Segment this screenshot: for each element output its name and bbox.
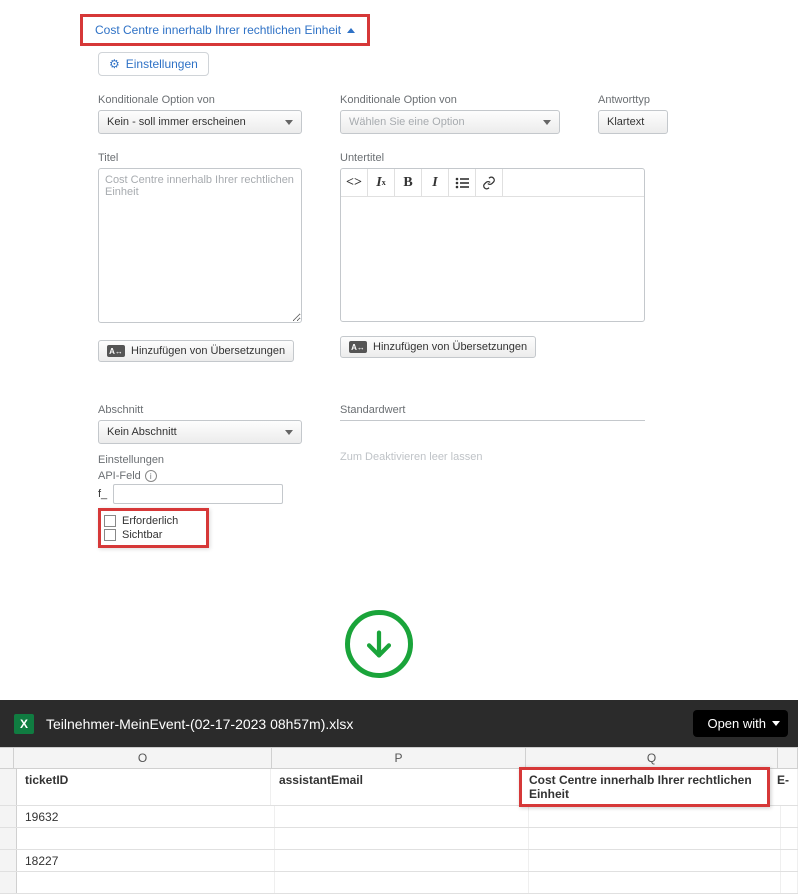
rte-toolbar: <> Ix B I [341, 169, 644, 196]
list-icon[interactable] [449, 169, 476, 196]
italic-icon[interactable]: I [422, 169, 449, 196]
header-cell[interactable]: E- [769, 769, 798, 805]
spreadsheet-titlebar: X Teilnehmer-MeinEvent-(02-17-2023 08h57… [0, 700, 798, 747]
open-with-button[interactable]: Open with [693, 710, 788, 737]
title-textarea[interactable]: Cost Centre innerhalb Ihrer rechtlichen … [98, 168, 302, 323]
subtitle-editor[interactable]: <> Ix B I [340, 168, 645, 322]
code-icon[interactable]: <> [341, 169, 368, 196]
table-row[interactable] [0, 828, 798, 850]
corner-cell[interactable] [0, 748, 14, 768]
translate-icon: A↔ [107, 345, 125, 357]
answer-type-value: Klartext [607, 116, 644, 128]
cell[interactable]: 19632 [17, 806, 275, 827]
api-field-input[interactable] [113, 484, 283, 504]
caret-down-icon [543, 120, 551, 125]
conditional-left-select[interactable]: Kein - soll immer erscheinen [98, 110, 302, 134]
required-checkbox[interactable] [104, 515, 116, 527]
table-row[interactable] [0, 872, 798, 894]
row-gutter[interactable] [0, 806, 17, 827]
table-row[interactable]: 19632 [0, 806, 798, 828]
add-translation-title-button[interactable]: A↔ Hinzufügen von Übersetzungen [98, 340, 294, 362]
col-letter[interactable]: P [272, 748, 526, 768]
answer-type-select[interactable]: Klartext [598, 110, 668, 134]
settings-button-label: Einstellungen [126, 57, 198, 71]
required-label: Erforderlich [122, 515, 178, 527]
excel-icon: X [14, 714, 34, 734]
link-icon[interactable] [476, 169, 503, 196]
down-arrow-graphic [0, 610, 798, 678]
answer-type-label: Antworttyp [598, 94, 668, 106]
add-translation-subtitle-button[interactable]: A↔ Hinzufügen von Übersetzungen [340, 336, 536, 358]
header-cell-text: Cost Centre innerhalb Ihrer rechtlichen … [529, 773, 752, 801]
conditional-mid-select[interactable]: Wählen Sie eine Option [340, 110, 560, 134]
required-visible-highlight: Erforderlich Sichtbar [98, 508, 209, 548]
conditional-mid-value: Wählen Sie eine Option [349, 116, 465, 128]
settings-group-label: Einstellungen [98, 454, 302, 466]
default-label: Standardwert [340, 404, 645, 416]
cell[interactable] [529, 806, 781, 827]
cell[interactable] [17, 872, 275, 893]
conditional-mid-label: Konditionale Option von [340, 94, 560, 106]
col-letter[interactable]: Q [526, 748, 778, 768]
section-label: Abschnitt [98, 404, 302, 416]
section-value: Kein Abschnitt [107, 426, 177, 438]
cell[interactable] [781, 828, 798, 849]
row-gutter[interactable] [0, 828, 17, 849]
visible-checkbox[interactable] [104, 529, 116, 541]
add-translation-label: Hinzufügen von Übersetzungen [373, 341, 527, 353]
col-letter[interactable] [778, 748, 798, 768]
section-collapse-toggle[interactable]: Cost Centre innerhalb Ihrer rechtlichen … [87, 19, 363, 41]
default-value-input[interactable]: Zum Deaktivieren leer lassen [340, 420, 645, 463]
settings-button[interactable]: ⚙ Einstellungen [98, 52, 209, 76]
caret-down-icon [285, 430, 293, 435]
gear-icon: ⚙ [109, 57, 120, 71]
api-prefix: f_ [98, 488, 107, 500]
cell[interactable] [781, 806, 798, 827]
header-cell[interactable]: ticketID [17, 769, 271, 805]
open-with-label: Open with [707, 716, 766, 731]
spreadsheet-grid[interactable]: O P Q ticketID assistantEmail Cost Centr… [0, 747, 798, 894]
cell[interactable] [529, 828, 781, 849]
cell[interactable] [275, 828, 529, 849]
cell[interactable] [17, 828, 275, 849]
info-icon[interactable]: i [145, 470, 157, 482]
cell[interactable] [275, 872, 529, 893]
section-select[interactable]: Kein Abschnitt [98, 420, 302, 444]
row-gutter[interactable] [0, 872, 17, 893]
chevron-up-icon [347, 28, 355, 33]
add-translation-label: Hinzufügen von Übersetzungen [131, 345, 285, 357]
subtitle-label: Untertitel [340, 152, 645, 164]
default-placeholder: Zum Deaktivieren leer lassen [340, 451, 482, 463]
title-label: Titel [98, 152, 302, 164]
cell[interactable] [529, 872, 781, 893]
header-cell-highlighted[interactable]: Cost Centre innerhalb Ihrer rechtlichen … [521, 769, 769, 805]
translate-icon: A↔ [349, 341, 367, 353]
cell[interactable] [781, 872, 798, 893]
visible-label: Sichtbar [122, 529, 162, 541]
clear-format-icon[interactable]: Ix [368, 169, 395, 196]
header-cell[interactable]: assistantEmail [271, 769, 521, 805]
caret-down-icon [772, 721, 780, 726]
conditional-left-label: Konditionale Option von [98, 94, 302, 106]
spreadsheet-filename: Teilnehmer-MeinEvent-(02-17-2023 08h57m)… [46, 716, 353, 732]
bold-icon[interactable]: B [395, 169, 422, 196]
row-gutter[interactable] [0, 769, 17, 805]
caret-down-icon [285, 120, 293, 125]
api-field-label: API-Feld [98, 470, 141, 482]
section-title: Cost Centre innerhalb Ihrer rechtlichen … [95, 23, 341, 37]
col-letter[interactable]: O [14, 748, 272, 768]
cell[interactable] [275, 806, 529, 827]
rte-body[interactable] [341, 196, 644, 321]
conditional-left-value: Kein - soll immer erscheinen [107, 116, 246, 128]
section-header-highlight: Cost Centre innerhalb Ihrer rechtlichen … [80, 14, 370, 46]
table-row[interactable]: 18227 [0, 850, 798, 872]
